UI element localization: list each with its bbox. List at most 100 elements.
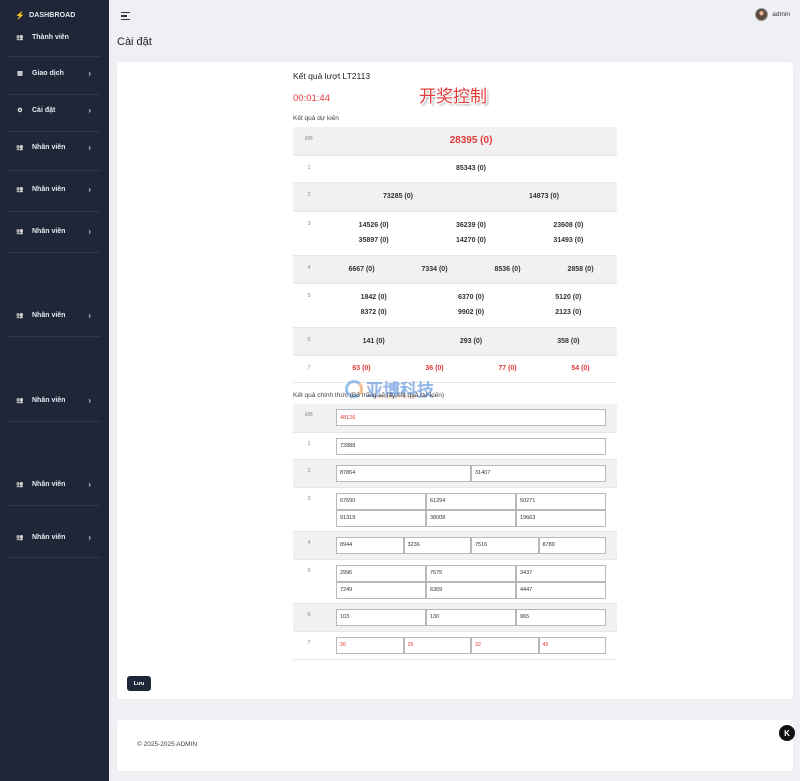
result-input[interactable]: 2996 — [336, 564, 426, 582]
chevron-right-icon: › — [88, 395, 91, 405]
prize-label: 7 — [293, 631, 325, 660]
expected-results-table: ĐB 28395 (0) 1 85343 (0) 2 73285 (0) 14873 (0)… — [293, 127, 617, 383]
expected-value: 8372 (0) — [360, 309, 387, 316]
sidebar-item-label: Nhân viên — [32, 480, 66, 488]
divider — [8, 336, 101, 337]
sidebar-item-9[interactable]: 👥 Nhân viên › — [0, 526, 109, 548]
result-input[interactable]: 6369 — [426, 581, 516, 599]
sidebar-item-label: Nhân viên — [32, 227, 66, 235]
official-row: 5 2996 7675 3437 7249 6369 4447 — [293, 559, 617, 604]
result-input[interactable]: 45 — [538, 636, 606, 654]
result-input[interactable]: 8789 — [538, 536, 606, 554]
sidebar-item-3[interactable]: 👥 Nhân viên › — [0, 136, 109, 158]
expected-value: 14873 (0) — [529, 193, 559, 200]
expected-value: 35897 (0) — [358, 237, 389, 244]
official-row: 3 67690 61294 50271 91319 38008 19663 — [293, 487, 617, 532]
expected-row: 6 141 (0) 293 (0) 358 (0) — [293, 327, 617, 356]
result-input[interactable]: 31407 — [471, 464, 606, 482]
result-input[interactable]: 91319 — [336, 509, 426, 527]
page-title: Cài đặt — [117, 36, 152, 48]
result-input[interactable]: 87864 — [336, 464, 471, 482]
receipt-icon: ▤ — [17, 70, 23, 77]
result-input[interactable]: 7516 — [471, 536, 539, 554]
topbar: admin — [109, 0, 800, 30]
users-icon: 👥 — [16, 144, 24, 151]
expected-value: 23608 (0) — [553, 222, 584, 229]
sidebar-item-8[interactable]: 👥 Nhân viên › — [0, 473, 109, 495]
expected-row: ĐB 28395 (0) — [293, 127, 617, 156]
result-input[interactable]: 67690 — [336, 492, 426, 510]
expected-value: 293 (0) — [459, 337, 483, 345]
menu-toggle-icon[interactable] — [121, 12, 130, 22]
divider — [8, 421, 101, 422]
expected-row: 3 14526 (0) 36239 (0) 23608 (0) 35897 (0) 142… — [293, 211, 617, 256]
chevron-right-icon: › — [88, 479, 91, 489]
sidebar-item-6[interactable]: 👥 Nhân viên › — [0, 304, 109, 326]
expected-value: 85343 (0) — [456, 165, 486, 172]
users-icon: 👥 — [16, 312, 24, 319]
result-input[interactable]: 965 — [516, 608, 606, 626]
result-input[interactable]: 50271 — [516, 492, 606, 510]
expected-value: 1842 (0) — [360, 294, 387, 301]
sidebar-item-4[interactable]: 👥 Nhân viên › — [0, 178, 109, 200]
brand-label: DASHBROAD — [29, 11, 76, 19]
sidebar-item-5[interactable]: 👥 Nhân viên › — [0, 220, 109, 242]
expected-value: 6370 (0) — [457, 294, 485, 301]
prize-label: ĐB — [293, 127, 325, 156]
result-input[interactable]: 32 — [471, 636, 539, 654]
chevron-right-icon: › — [88, 226, 91, 236]
expected-value: 9902 (0) — [457, 309, 485, 316]
avatar — [755, 8, 769, 21]
result-input[interactable]: 3437 — [516, 564, 606, 582]
user-menu[interactable]: admin — [755, 8, 790, 21]
expected-value: 77 (0) — [498, 365, 517, 372]
result-input[interactable]: 61294 — [426, 492, 516, 510]
sidebar-item-1[interactable]: ▤ Giao dịch › — [0, 62, 109, 84]
prize-label: 6 — [293, 327, 325, 356]
result-input[interactable]: 7675 — [426, 564, 516, 582]
prize-label: 3 — [293, 211, 325, 256]
chevron-right-icon: › — [88, 532, 91, 542]
expected-value: 28395 (0) — [449, 135, 493, 147]
result-input[interactable]: 19663 — [516, 509, 606, 527]
result-input[interactable]: 7249 — [336, 581, 426, 599]
expected-value: 2123 (0) — [555, 309, 582, 316]
official-row: 2 87864 31407 — [293, 459, 617, 488]
result-input[interactable]: 26 — [336, 636, 404, 654]
expected-value: 2858 (0) — [567, 265, 594, 273]
prize-label: 1 — [293, 432, 325, 460]
sidebar-item-label: Nhân viên — [32, 185, 66, 193]
prize-label: 2 — [293, 459, 325, 488]
result-input[interactable]: 72888 — [336, 437, 606, 455]
prize-label: 3 — [293, 487, 325, 532]
result-input[interactable]: 103 — [336, 608, 426, 626]
sidebar-item-0[interactable]: 👥 Thành viên — [0, 26, 109, 48]
prize-label: 5 — [293, 559, 325, 604]
floating-k-button[interactable]: K — [779, 725, 795, 741]
sidebar-item-2[interactable]: ⚙ Cài đặt › — [0, 99, 109, 121]
divider — [8, 131, 101, 132]
expected-value: 358 (0) — [557, 337, 580, 345]
sidebar-item-label: Cài đặt — [32, 106, 56, 114]
result-input[interactable]: 8944 — [336, 536, 404, 554]
users-icon: 👥 — [16, 481, 24, 488]
save-button[interactable]: Lưu — [127, 676, 151, 691]
expected-value: 6667 (0) — [348, 265, 375, 273]
users-icon: 👥 — [16, 397, 24, 404]
result-input[interactable]: 48126 — [336, 409, 606, 426]
expected-value: 5120 (0) — [555, 294, 582, 301]
result-input[interactable]: 4447 — [516, 581, 606, 599]
chevron-right-icon: › — [88, 68, 91, 78]
bolt-icon: ⚡ — [15, 10, 26, 20]
expected-row: 5 1842 (0) 6370 (0) 5120 (0) 8372 (0) 9902 (0… — [293, 283, 617, 328]
result-input[interactable]: 130 — [426, 608, 516, 626]
chevron-right-icon: › — [88, 184, 91, 194]
sidebar-item-7[interactable]: 👥 Nhân viên › — [0, 389, 109, 411]
users-icon: 👥 — [16, 186, 24, 193]
sidebar-item-label: Nhân viên — [32, 311, 66, 319]
expected-value: 8536 (0) — [494, 265, 521, 273]
result-input[interactable]: 38008 — [426, 509, 516, 527]
chevron-right-icon: › — [88, 142, 91, 152]
result-input[interactable]: 3236 — [403, 536, 471, 554]
result-input[interactable]: 25 — [403, 636, 471, 654]
